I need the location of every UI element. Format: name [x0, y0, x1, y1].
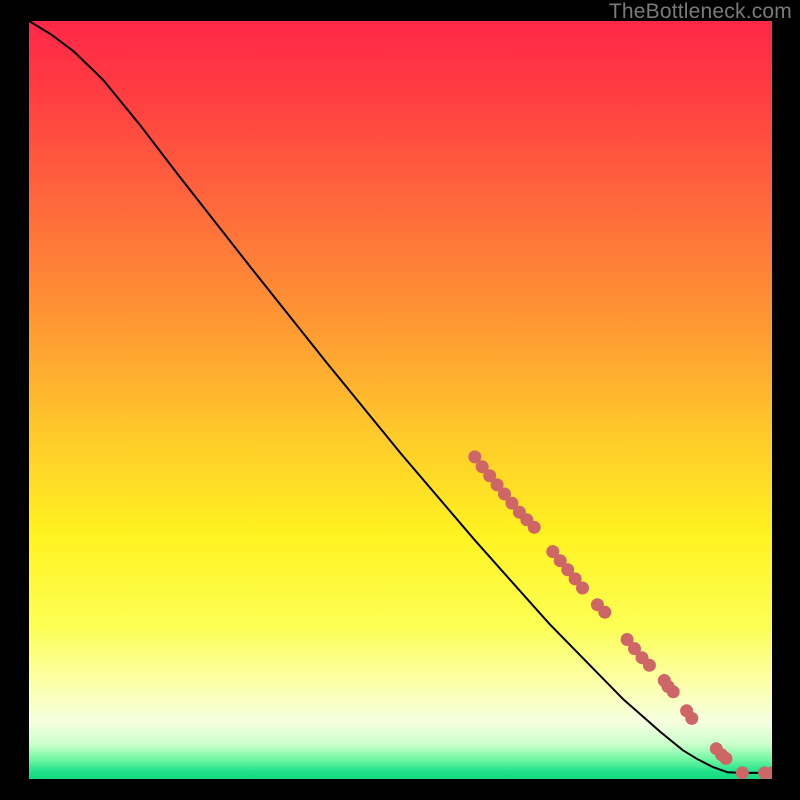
- data-point: [528, 521, 541, 534]
- data-point: [598, 606, 611, 619]
- data-point: [719, 752, 732, 765]
- chart-frame: TheBottleneck.com: [0, 0, 800, 800]
- plot-area: [29, 21, 772, 779]
- data-point: [685, 712, 698, 725]
- gradient-background: [29, 21, 772, 779]
- chart-svg: [29, 21, 772, 779]
- data-point: [736, 766, 749, 779]
- data-point: [576, 582, 589, 595]
- data-point: [643, 659, 656, 672]
- data-point: [667, 685, 680, 698]
